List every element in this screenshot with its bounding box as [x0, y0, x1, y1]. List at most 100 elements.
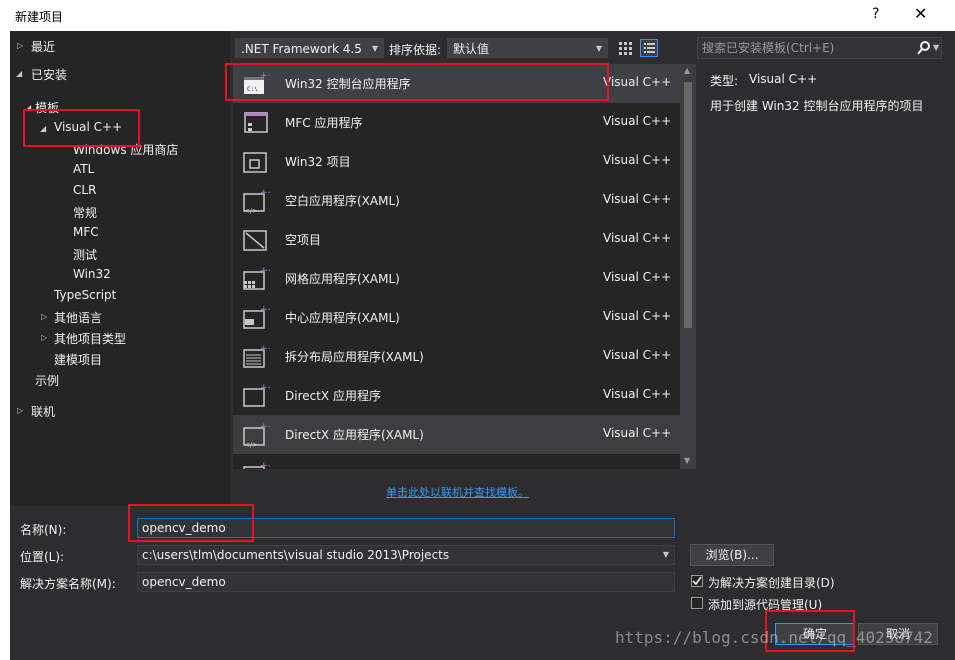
project-name-input[interactable]: opencv_demo [137, 518, 675, 538]
tree-item-windows-store[interactable]: Windows 应用商店 [73, 141, 178, 158]
template-row-mfc[interactable]: MFC 应用程序 Visual C++ [233, 103, 680, 142]
location-input[interactable]: c:\users\tlm\documents\visual studio 201… [137, 545, 675, 565]
framework-value: .NET Framework 4.5 [241, 42, 362, 56]
project-name-value: opencv_demo [142, 521, 226, 535]
watermark: https://blog.csdn.net/qq_40238742 [615, 628, 933, 647]
template-row-directx[interactable]: ++ DirectX 应用程序 Visual C++ [233, 376, 680, 415]
sort-select[interactable]: 默认值 ▼ [447, 38, 608, 58]
template-row-win32-project[interactable]: Win32 项目 Visual C++ [233, 142, 680, 181]
small-icons-view-button[interactable] [616, 39, 634, 57]
tree-item-recent[interactable]: 最近 [31, 38, 55, 55]
template-name: Win32 项目 [285, 155, 351, 169]
template-name: 拆分布局应用程序(XAML) [285, 350, 424, 364]
template-info-pane: 类型: Visual C++ 用于创建 Win32 控制台应用程序的项目 [700, 64, 950, 504]
template-language: Visual C++ [603, 348, 672, 362]
tree-item-win32[interactable]: Win32 [73, 267, 111, 281]
create-dir-checkbox[interactable] [691, 575, 703, 587]
info-description: 用于创建 Win32 控制台应用程序的项目 [710, 99, 924, 113]
tree-item-typescript[interactable]: TypeScript [54, 288, 116, 302]
scrollbar-thumb[interactable] [684, 82, 692, 328]
framework-select[interactable]: .NET Framework 4.5 ▼ [235, 38, 384, 58]
tree-item-visual-cpp[interactable]: Visual C++ [54, 120, 122, 134]
sort-value: 默认值 [453, 42, 490, 56]
expand-arrow-icon[interactable]: ▷ [17, 41, 23, 50]
empty-project-icon [243, 230, 267, 251]
search-options-icon[interactable]: ▼ [933, 38, 939, 58]
search-icon[interactable] [916, 40, 932, 56]
list-view-button[interactable] [640, 39, 658, 57]
template-language: Visual C++ [603, 270, 672, 284]
template-name: 网格应用程序(XAML) [285, 272, 400, 286]
template-language: Visual C++ [603, 231, 672, 245]
tree-item-atl[interactable]: ATL [73, 162, 94, 176]
template-list: C:\ ++ Win32 控制台应用程序 Visual C++ MFC 应用程序… [233, 64, 680, 469]
help-button[interactable]: ? [872, 6, 879, 22]
tree-item-mfc[interactable]: MFC [73, 225, 99, 239]
scroll-down-icon[interactable]: ▼ [684, 456, 690, 465]
template-row-win32-console[interactable]: C:\ ++ Win32 控制台应用程序 Visual C++ [233, 64, 680, 103]
tree-item-samples[interactable]: 示例 [35, 372, 59, 389]
template-row-grid-xaml[interactable]: ++ 网格应用程序(XAML) Visual C++ [233, 259, 680, 298]
tree-item-modeling-projects[interactable]: 建模项目 [54, 351, 102, 368]
add-source-control-label: 添加到源代码管理(U) [708, 598, 823, 612]
tree-item-installed[interactable]: 已安装 [31, 66, 67, 83]
blank-app-icon: </> ++ [243, 188, 270, 214]
tree-item-test[interactable]: 测试 [73, 246, 97, 263]
location-label: 位置(L): [20, 550, 65, 564]
template-row-directx-xaml[interactable]: </> ++ DirectX 应用程序(XAML) Visual C++ [233, 415, 680, 454]
tree-item-clr[interactable]: CLR [73, 183, 96, 197]
template-search-input[interactable]: 搜索已安装模板(Ctrl+E) ▼ [697, 37, 942, 59]
tree-item-online[interactable]: 联机 [31, 403, 55, 420]
background-window-edge [0, 31, 10, 660]
collapse-arrow-icon[interactable]: ◢ [25, 103, 31, 112]
tree-item-templates[interactable]: 模板 [35, 99, 59, 116]
svg-text:++: ++ [260, 266, 270, 276]
template-language: Visual C++ [603, 309, 672, 323]
close-button[interactable]: ✕ [914, 4, 927, 23]
tree-item-other-project-types[interactable]: 其他项目类型 [54, 330, 126, 347]
dialog-title: 新建项目 [15, 10, 64, 24]
win32-project-icon [243, 152, 267, 173]
template-row-split-xaml[interactable]: ++ 拆分布局应用程序(XAML) Visual C++ [233, 337, 680, 376]
template-row-hub-xaml[interactable]: ++ 中心应用程序(XAML) Visual C++ [233, 298, 680, 337]
template-row-empty-project[interactable]: 空项目 Visual C++ [233, 220, 680, 259]
expand-arrow-icon[interactable]: ▷ [41, 312, 47, 321]
sort-label: 排序依据: [389, 43, 442, 57]
template-name: DirectX 应用程序(XAML) [285, 428, 424, 442]
solution-name-input[interactable]: opencv_demo [137, 572, 675, 592]
tree-item-general[interactable]: 常规 [73, 204, 97, 221]
template-row-blank-xaml[interactable]: </> ++ 空白应用程序(XAML) Visual C++ [233, 181, 680, 220]
hub-app-icon: ++ [243, 305, 270, 329]
solution-name-label: 解决方案名称(M): [20, 577, 116, 591]
checkmark-icon [692, 576, 702, 586]
grid-app-icon: ++ [243, 266, 270, 290]
grid-view-icon [619, 42, 632, 55]
collapse-arrow-icon[interactable]: ◢ [16, 69, 22, 78]
collapse-arrow-icon[interactable]: ◢ [40, 124, 46, 133]
tree-item-other-languages[interactable]: 其他语言 [54, 309, 102, 326]
directx-xaml-app-icon: </> ++ [243, 422, 270, 448]
template-row-partial[interactable]: ++ [233, 454, 680, 469]
template-name: 空项目 [285, 233, 322, 247]
svg-text:++: ++ [260, 422, 270, 432]
template-name: 中心应用程序(XAML) [285, 311, 400, 325]
add-source-control-checkbox[interactable] [691, 597, 703, 609]
template-language: Visual C++ [603, 192, 672, 206]
svg-text:</>: </> [244, 207, 258, 214]
template-name: DirectX 应用程序 [285, 389, 381, 403]
chevron-down-icon[interactable]: ▼ [663, 546, 669, 564]
browse-button[interactable]: 浏览(B)... [690, 544, 774, 566]
svg-text:++: ++ [260, 461, 270, 469]
online-templates-link[interactable]: 单击此处以联机并查找模板。 [386, 484, 529, 500]
template-list-scrollbar[interactable]: ▲ ▼ [680, 64, 696, 469]
template-name: 空白应用程序(XAML) [285, 194, 400, 208]
expand-arrow-icon[interactable]: ▷ [41, 333, 47, 342]
expand-arrow-icon[interactable]: ▷ [17, 406, 23, 415]
template-name: MFC 应用程序 [285, 116, 363, 130]
svg-text:++: ++ [260, 344, 270, 354]
svg-text:++: ++ [260, 188, 270, 198]
title-bar: 新建项目 ? ✕ [0, 0, 955, 31]
template-language: Visual C++ [603, 114, 672, 128]
scroll-up-icon[interactable]: ▲ [684, 66, 690, 75]
solution-name-value: opencv_demo [142, 575, 226, 589]
